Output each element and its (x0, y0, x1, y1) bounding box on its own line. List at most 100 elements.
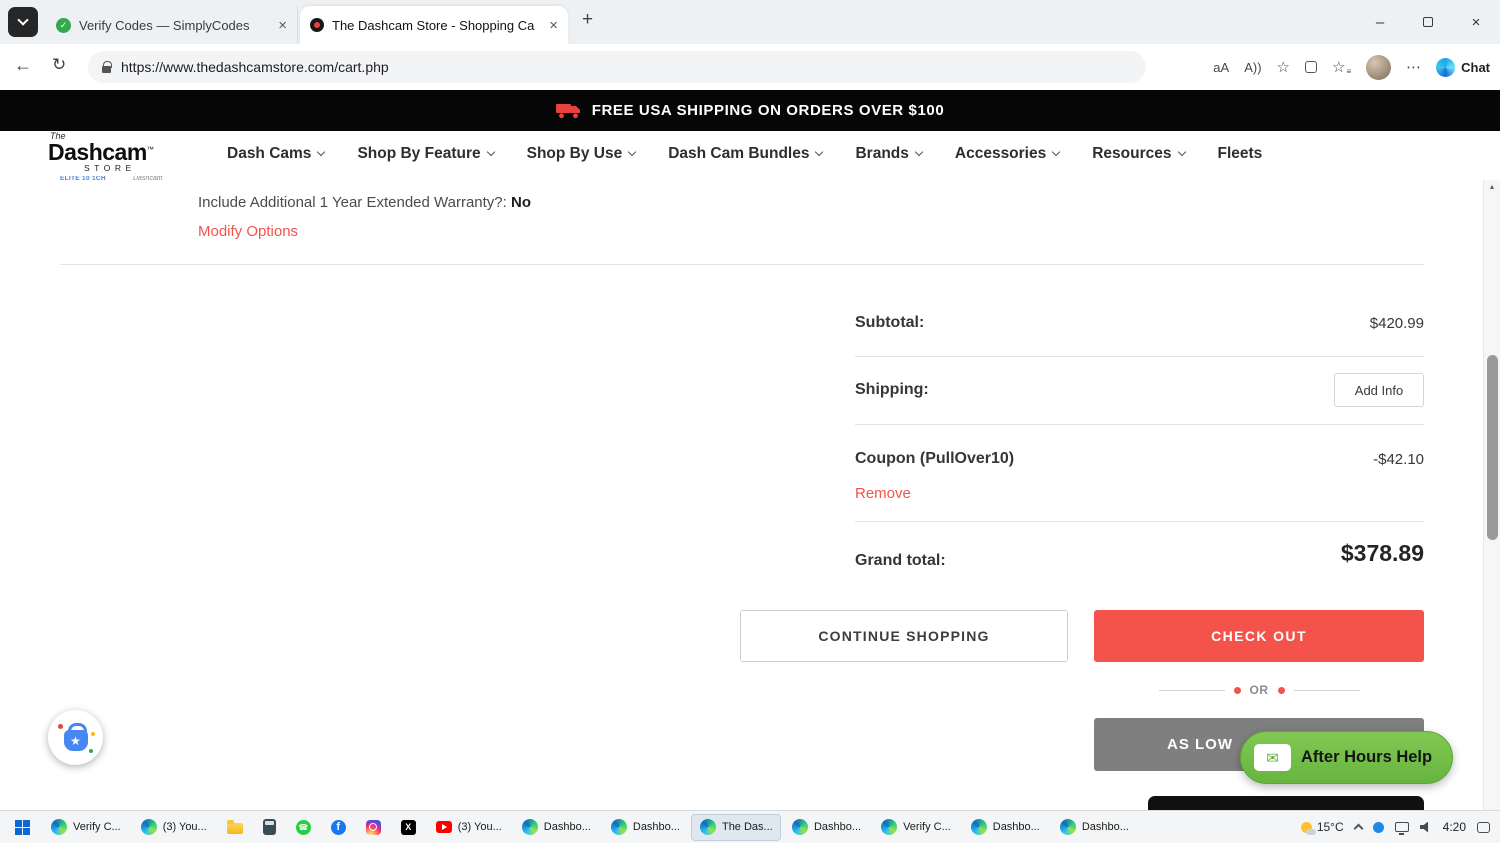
network-icon[interactable] (1394, 822, 1409, 835)
favorites-collections-icon[interactable]: ☆ ≡ (1332, 58, 1351, 76)
scrollbar-thumb[interactable] (1487, 355, 1498, 540)
notification-center-icon[interactable] (1477, 821, 1490, 833)
star-icon: ★ (70, 733, 81, 748)
maximize-icon (1423, 17, 1433, 27)
url-field[interactable]: https://www.thedashcamstore.com/cart.php (88, 51, 1146, 83)
taskbar-item-dashboard-3[interactable]: Dashbo... (783, 814, 870, 841)
close-icon[interactable]: × (278, 17, 287, 34)
partial-pay-button[interactable] (1148, 796, 1424, 810)
taskbar-item-dashboard-2[interactable]: Dashbo... (602, 814, 689, 841)
checkout-button[interactable]: CHECK OUT (1094, 610, 1424, 662)
profile-avatar[interactable] (1366, 54, 1392, 80)
more-options-icon[interactable]: ⋯ (1406, 58, 1421, 76)
site-lock-icon[interactable] (102, 60, 112, 73)
subtotal-value: $420.99 (1369, 315, 1424, 332)
taskbar-item-label: The Das... (721, 821, 772, 833)
new-tab-button[interactable]: + (582, 9, 593, 31)
divider-line (1293, 689, 1360, 691)
taskbar-item-calculator[interactable] (254, 814, 285, 841)
nav-item-shop-by-feature[interactable]: Shop By Feature (357, 145, 495, 163)
nav-item-dash-cam-bundles[interactable]: Dash Cam Bundles (668, 144, 824, 163)
product-thumb-caption: ELITE 10 1CH (60, 175, 106, 182)
edge-icon (1059, 819, 1076, 835)
nav-item-label: Fleets (1217, 144, 1263, 162)
add-favorite-icon[interactable]: ☆ (1277, 58, 1290, 76)
cart-warranty-line: Include Additional 1 Year Extended Warra… (198, 194, 531, 211)
tab-verify-codes[interactable]: ✓ Verify Codes — SimplyCodes × (46, 6, 298, 44)
nav-item-dash-cams[interactable]: Dash Cams (227, 145, 326, 163)
logo-main: Dashcam™ (48, 139, 154, 165)
shopping-bag-icon: ★ (57, 723, 95, 753)
edge-icon (970, 819, 987, 835)
taskbar-item-dashboard-4[interactable]: Dashbo... (962, 814, 1049, 841)
taskbar-item-facebook[interactable]: f (322, 814, 355, 841)
taskbar-item-youtube[interactable]: (3) You... (427, 814, 511, 841)
nav-item-accessories[interactable]: Accessories (955, 145, 1061, 163)
nav-item-brands[interactable]: Brands (855, 145, 924, 163)
edge-icon (51, 819, 67, 835)
read-aloud-icon[interactable]: A)) (1244, 60, 1261, 75)
nav-item-shop-by-use[interactable]: Shop By Use (526, 144, 637, 163)
close-window-button[interactable]: × (1452, 0, 1500, 44)
edge-icon (610, 819, 627, 835)
nav-item-label: Shop By Use (526, 144, 623, 162)
tray-app-icon[interactable] (1372, 821, 1384, 833)
edge-icon (791, 819, 808, 835)
site-logo[interactable]: The Dashcam™ STORE (48, 132, 154, 173)
truck-icon (555, 103, 580, 118)
maximize-button[interactable] (1404, 0, 1452, 44)
taskbar-item-verify-codes-2[interactable]: Verify C... (872, 814, 960, 841)
taskbar-item-file-explorer[interactable] (218, 814, 252, 841)
clock[interactable]: 4:20 (1443, 820, 1466, 834)
logo-sub: STORE (84, 163, 136, 173)
nav-item-resources[interactable]: Resources (1092, 145, 1186, 163)
tab-title: The Dashcam Store - Shopping Ca (332, 17, 535, 33)
continue-shopping-button[interactable]: CONTINUE SHOPPING (740, 610, 1068, 662)
tab-search-button[interactable] (8, 7, 38, 37)
chevron-down-icon (17, 14, 29, 26)
taskbar-item-instagram[interactable] (357, 814, 390, 841)
add-shipping-info-button[interactable]: Add Info (1334, 373, 1424, 407)
taskbar-item-verify-codes[interactable]: Verify C... (42, 814, 130, 841)
taskbar-item-label: Verify C... (73, 821, 121, 833)
taskbar-item-label: (3) You... (162, 821, 207, 833)
weather-widget[interactable]: 15°C (1300, 820, 1344, 835)
warranty-value: No (511, 194, 531, 211)
scroll-up-icon[interactable]: ▲ (1484, 180, 1500, 195)
tab-dashcam-store[interactable]: The Dashcam Store - Shopping Ca × (300, 6, 568, 44)
nav-item-fleets[interactable]: Fleets (1218, 145, 1263, 163)
after-hours-help-widget[interactable]: ✉ After Hours Help (1240, 731, 1453, 784)
address-bar-actions: aA A)) ☆ ☆ ≡ ⋯ Chat (1213, 44, 1490, 90)
shopping-extension-button[interactable]: ★ (48, 710, 103, 765)
taskbar-item-x[interactable]: X (392, 814, 425, 841)
start-button[interactable] (4, 813, 40, 842)
taskbar-item-label: Dashbo... (632, 821, 680, 833)
scrollbar[interactable]: ▲ ▼ (1483, 180, 1500, 810)
facebook-icon: f (330, 819, 346, 835)
taskbar-item-youtube-tab[interactable]: (3) You... (132, 814, 216, 841)
text-size-icon[interactable]: aA (1213, 60, 1229, 75)
extensions-icon[interactable] (1304, 61, 1317, 73)
confetti-dot (90, 732, 95, 736)
shipping-label: Shipping: (855, 381, 929, 398)
reload-icon[interactable]: ↻ (52, 55, 66, 75)
taskbar-item-dashcam-store-active[interactable]: The Das... (690, 813, 781, 841)
coupon-value: -$42.10 (1373, 451, 1424, 468)
tray-expand-icon[interactable] (1353, 823, 1364, 834)
taskbar-item-dashboard-1[interactable]: Dashbo... (513, 814, 600, 841)
minimize-button[interactable]: – (1356, 0, 1404, 44)
volume-icon[interactable] (1419, 821, 1429, 833)
taskbar-item-dashboard-5[interactable]: Dashbo... (1051, 814, 1138, 841)
coupon-label: Coupon (PullOver10) (855, 450, 1015, 467)
back-icon[interactable]: ← (14, 55, 32, 76)
close-icon[interactable]: × (549, 17, 558, 34)
confetti-dot (88, 749, 93, 753)
chat-button[interactable]: Chat (1436, 57, 1490, 77)
nav-item-label: Dash Cam Bundles (668, 144, 810, 162)
divider-line (1158, 689, 1225, 691)
modify-options-link[interactable]: Modify Options (198, 223, 298, 240)
remove-coupon-link[interactable]: Remove (855, 485, 911, 502)
free-shipping-banner: FREE USA SHIPPING ON ORDERS OVER $100 (0, 90, 1500, 131)
url-text[interactable]: https://www.thedashcamstore.com/cart.php (121, 59, 389, 75)
taskbar-item-whatsapp[interactable]: ☎ (287, 814, 320, 841)
